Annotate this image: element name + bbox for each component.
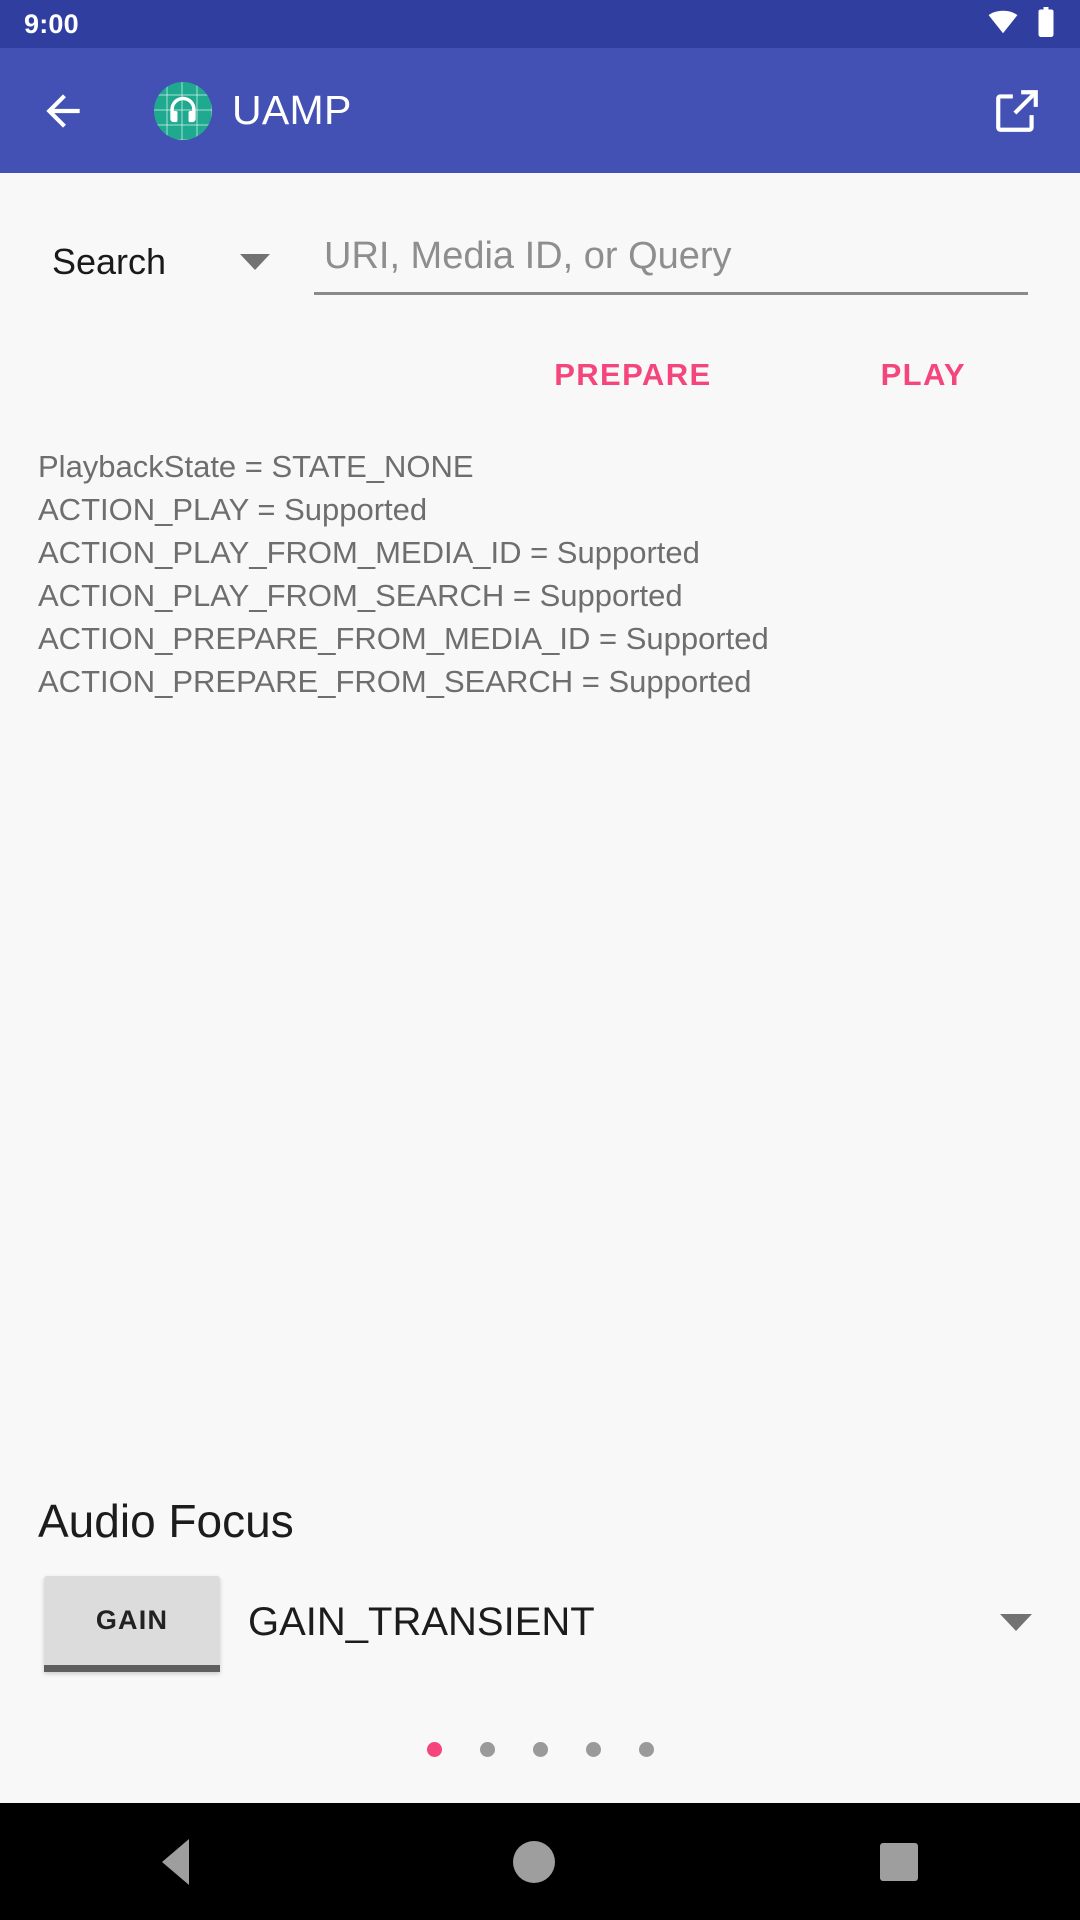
search-row: Search URI, Media ID, or Query: [0, 173, 1080, 295]
audio-focus-heading: Audio Focus: [38, 1495, 294, 1547]
action-row: PREPARE PLAY: [0, 295, 1080, 403]
audio-focus-type-spinner[interactable]: GAIN_TRANSIENT: [248, 1600, 1042, 1649]
audio-focus-row: GAIN GAIN_TRANSIENT: [0, 1548, 1080, 1672]
search-placeholder: URI, Media ID, or Query: [324, 235, 732, 277]
status-bar: 9:00: [0, 0, 1080, 48]
system-navigation-bar: [0, 1803, 1080, 1920]
page-dot-5[interactable]: [638, 1742, 654, 1757]
playback-state-line: ACTION_PLAY_FROM_SEARCH = Supported: [38, 578, 683, 613]
nav-back-triangle-icon[interactable]: [162, 1838, 190, 1885]
main-content: Search URI, Media ID, or Query PREPARE P…: [0, 173, 1080, 1803]
prepare-button[interactable]: PREPARE: [532, 347, 733, 403]
page-dot-3[interactable]: [532, 1742, 548, 1757]
app-bar: UAMP: [0, 48, 1080, 173]
battery-icon: [1036, 6, 1056, 42]
uamp-headphones-icon: [154, 81, 212, 140]
content-bottom-padding: [0, 1757, 1080, 1803]
playback-state-line: PlaybackState = STATE_NONE: [38, 449, 474, 484]
app-title: UAMP: [232, 87, 352, 133]
open-in-new-icon[interactable]: [988, 82, 1046, 140]
status-icon-group: [988, 6, 1056, 42]
phone-screen: 9:00 UAMP Search URI, Media ID, or Query…: [0, 0, 1080, 1920]
search-field[interactable]: URI, Media ID, or Query: [314, 235, 1028, 295]
search-type-label: Search: [52, 241, 167, 282]
audio-focus-type-value: GAIN_TRANSIENT: [248, 1599, 595, 1644]
playback-state-block: PlaybackState = STATE_NONE ACTION_PLAY =…: [0, 403, 1080, 703]
chevron-down-icon: [240, 254, 270, 270]
wifi-icon: [988, 7, 1018, 42]
chevron-down-icon: [1000, 1613, 1032, 1631]
playback-state-line: ACTION_PLAY_FROM_MEDIA_ID = Supported: [38, 535, 700, 570]
playback-state-line: ACTION_PLAY = Supported: [38, 492, 428, 527]
playback-state-line: ACTION_PREPARE_FROM_MEDIA_ID = Supported: [38, 621, 769, 656]
page-dot-2[interactable]: [479, 1742, 495, 1757]
playback-state-line: ACTION_PREPARE_FROM_SEARCH = Supported: [38, 664, 752, 699]
page-dot-1[interactable]: [426, 1742, 442, 1757]
nav-home-circle-icon[interactable]: [513, 1840, 556, 1883]
nav-recents-square-icon[interactable]: [879, 1842, 918, 1881]
status-clock: 9:00: [24, 8, 79, 39]
arrow-back-icon[interactable]: [34, 82, 92, 140]
page-indicator: [0, 1672, 1080, 1757]
search-type-spinner[interactable]: Search: [52, 241, 314, 295]
gain-request-button[interactable]: GAIN: [44, 1576, 220, 1672]
search-input[interactable]: URI, Media ID, or Query: [314, 235, 1028, 295]
page-dot-4[interactable]: [585, 1742, 601, 1757]
play-button[interactable]: PLAY: [859, 347, 988, 403]
